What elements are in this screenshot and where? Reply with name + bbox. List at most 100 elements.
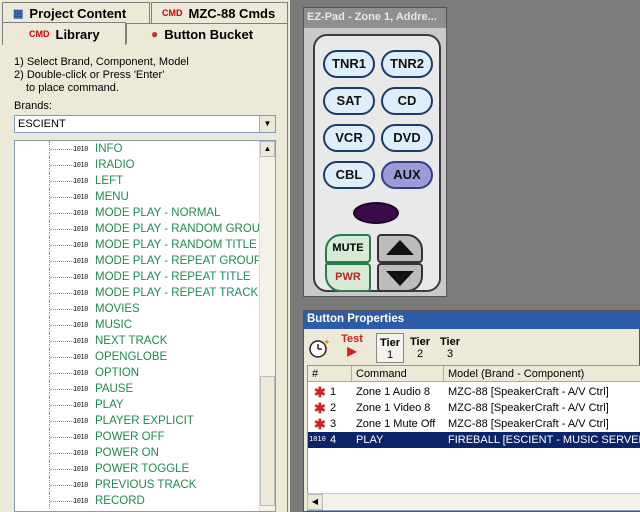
command-list-item[interactable]: 1010 MODE PLAY - NORMAL (17, 205, 257, 221)
command-list-item[interactable]: 1010 PAUSE (17, 381, 257, 397)
clock-add-icon[interactable]: ✦ (308, 337, 331, 359)
command-label: LEFT (95, 175, 124, 187)
remote-button-sat[interactable]: SAT (323, 87, 375, 115)
tab-tier-2[interactable]: Tier 2 (406, 333, 434, 363)
remote-button-dvd[interactable]: DVD (381, 124, 433, 152)
test-button[interactable]: Test ▶ (336, 333, 368, 363)
remote-button-vcr[interactable]: VCR (323, 124, 375, 152)
grid-header: # Command Model (Brand - Component) (308, 366, 640, 382)
column-header-command[interactable]: Command (352, 366, 444, 382)
tree-line (50, 485, 74, 486)
remote-button-cd[interactable]: CD (381, 87, 433, 115)
code-icon: 1010 (73, 449, 88, 457)
remote-indicator-button[interactable] (353, 202, 399, 224)
command-list-item[interactable]: 1010 MODE PLAY - RANDOM TITLE (17, 237, 257, 253)
instruction-line-2: 2) Double-click or Press 'Enter' (14, 69, 165, 81)
scroll-left-icon[interactable]: ◀ (307, 494, 323, 510)
table-row[interactable]: 1010 4 PLAY FIREBALL [ESCIENT - MUSIC SERVE… (308, 432, 640, 448)
mute-button[interactable]: MUTE (325, 234, 371, 263)
play-arrow-icon: ▶ (347, 344, 357, 358)
command-list-item[interactable]: 1010 MODE PLAY - REPEAT TITLE (17, 269, 257, 285)
command-label: MUSIC (95, 319, 133, 331)
tree-line (50, 261, 74, 262)
scroll-thumb[interactable] (260, 376, 275, 506)
command-label: PREVIOUS TRACK (95, 479, 197, 491)
command-list-item[interactable]: 1010 INFO (17, 141, 257, 157)
brands-dropdown[interactable]: ESCIENT ▼ (14, 115, 276, 133)
command-list-item[interactable]: 1010 IRADIO (17, 157, 257, 173)
tree-line (50, 197, 74, 198)
chevron-down-icon[interactable]: ▼ (259, 116, 275, 132)
tab-library[interactable]: CMD Library (2, 22, 126, 45)
code-icon: 1010 (309, 435, 326, 443)
command-list-item[interactable]: 1010 OPTION (17, 365, 257, 381)
code-icon: 1010 (73, 209, 88, 217)
asterisk-icon: ✱ (314, 416, 326, 432)
code-icon: 1010 (73, 481, 88, 489)
command-list-item[interactable]: 1010 POWER ON (17, 445, 257, 461)
command-label: PLAY (95, 399, 124, 411)
remote-button-tnr1[interactable]: TNR1 (323, 50, 375, 78)
command-label: IRADIO (95, 159, 135, 171)
column-header-number[interactable]: # (308, 366, 352, 382)
remote-button-tnr2[interactable]: TNR2 (381, 50, 433, 78)
code-icon: 1010 (73, 417, 88, 425)
code-icon: 1010 (73, 225, 88, 233)
code-icon: 1010 (73, 145, 88, 153)
table-row[interactable]: ✱ 2 Zone 1 Video 8 MZC-88 [SpeakerCraft - A… (308, 400, 640, 416)
power-button[interactable]: PWR (325, 263, 371, 292)
command-list-item[interactable]: 1010 MODE PLAY - RANDOM GROUP (17, 221, 268, 237)
command-list-item[interactable]: 1010 MODE PLAY - REPEAT GROUP (17, 253, 262, 269)
tab-button-bucket[interactable]: ● Button Bucket (126, 23, 288, 44)
scroll-up-icon[interactable]: ▲ (260, 141, 275, 157)
table-row[interactable]: ✱ 1 Zone 1 Audio 8 MZC-88 [SpeakerCraft - A… (308, 384, 640, 400)
remote-button-cbl[interactable]: CBL (323, 161, 375, 189)
command-label: MOVIES (95, 303, 140, 315)
command-list-item[interactable]: 1010 MOVIES (17, 301, 257, 317)
table-row[interactable]: ✱ 3 Zone 1 Mute Off MZC-88 [SpeakerCraft - … (308, 416, 640, 432)
command-list-item[interactable]: 1010 MODE PLAY - REPEAT TRACK (17, 285, 258, 301)
volume-up-button[interactable] (377, 234, 423, 263)
tab-tier-1[interactable]: Tier 1 (376, 333, 404, 363)
tree-line (50, 373, 74, 374)
vertical-scrollbar[interactable]: ▲ (259, 141, 275, 511)
command-list-item[interactable]: 1010 POWER OFF (17, 429, 257, 445)
tree-line (50, 181, 74, 182)
command-grid[interactable]: # Command Model (Brand - Component) ✱ 1 Zo… (307, 365, 640, 511)
library-panel: 1) Select Brand, Component, Model 2) Dou… (0, 44, 288, 512)
tab-mzc-88-cmds[interactable]: CMD MZC-88 Cmds (151, 2, 288, 23)
instructions: 1) Select Brand, Component, Model 2) Dou… (14, 56, 189, 95)
tier-label: Tier (380, 337, 400, 349)
row-model: MZC-88 [SpeakerCraft - A/V Ctrl] (448, 418, 609, 430)
command-list-item[interactable]: 1010 MUSIC (17, 317, 257, 333)
code-icon: 1010 (73, 337, 88, 345)
command-list-item[interactable]: 1010 LEFT (17, 173, 257, 189)
horizontal-scrollbar[interactable]: ◀ (307, 493, 640, 510)
command-label: MODE PLAY - RANDOM TITLE (95, 239, 257, 251)
remote-button-aux[interactable]: AUX (381, 161, 433, 189)
tab-tier-3[interactable]: Tier 3 (436, 333, 464, 363)
column-header-model[interactable]: Model (Brand - Component) (444, 366, 640, 382)
tree-line (50, 325, 74, 326)
command-list-item[interactable]: 1010 RECORD (17, 493, 257, 509)
remote-control: TNR1 TNR2 SAT CD VCR DVD CBL AUX MUTE PW… (313, 34, 441, 292)
code-icon: 1010 (73, 257, 88, 265)
volume-down-button[interactable] (377, 263, 423, 292)
tree-line (50, 389, 74, 390)
row-command: PLAY (356, 434, 384, 446)
tab-project-content[interactable]: ▦ Project Content (2, 2, 150, 23)
command-list-item[interactable]: 1010 NEXT TRACK (17, 333, 257, 349)
command-list-item[interactable]: 1010 PLAY (17, 397, 257, 413)
command-list-item[interactable]: 1010 POWER TOGGLE (17, 461, 257, 477)
project-tree-icon: ▦ (13, 7, 24, 20)
command-label: OPTION (95, 367, 140, 379)
code-icon: 1010 (73, 305, 88, 313)
tree-line (50, 405, 74, 406)
command-tree[interactable]: 1010 INFO 1010 IRADIO 1010 LEFT 1010 MENU 1010 MO… (14, 140, 276, 512)
command-label: MODE PLAY - RANDOM GROUP (95, 223, 268, 235)
command-list-item[interactable]: 1010 PREVIOUS TRACK (17, 477, 257, 493)
command-list-item[interactable]: 1010 PLAYER EXPLICIT (17, 413, 257, 429)
command-list-item[interactable]: 1010 MENU (17, 189, 257, 205)
bucket-icon: ● (151, 27, 159, 41)
command-list-item[interactable]: 1010 OPENGLOBE (17, 349, 257, 365)
